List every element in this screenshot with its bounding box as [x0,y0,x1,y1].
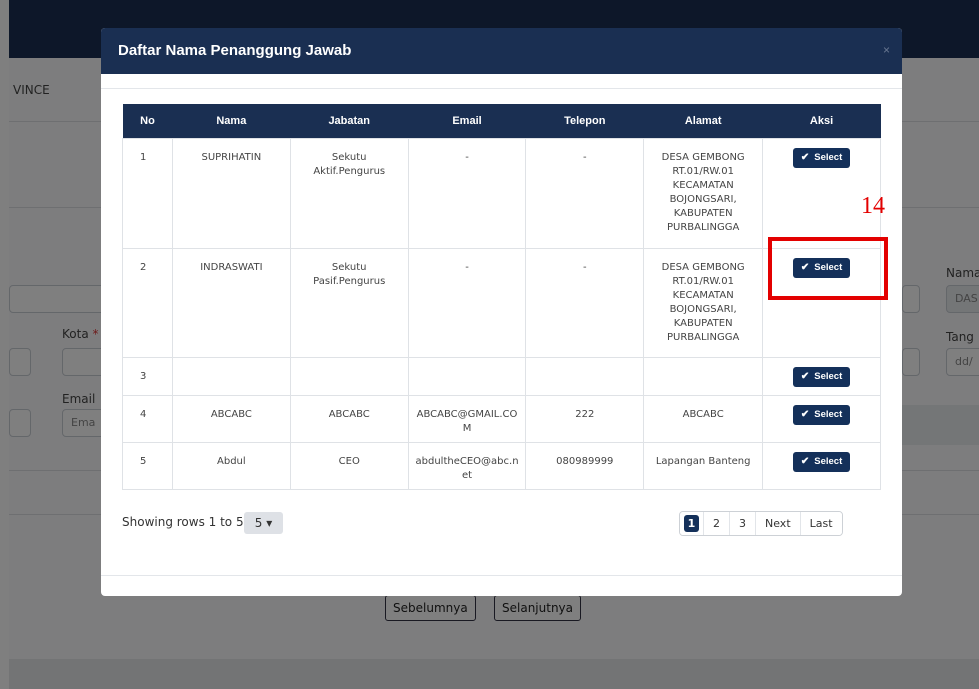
table-header-row: No Nama Jabatan Email Telepon Alamat Aks… [122,104,881,138]
table-row: 4 ABCABC ABCABC ABCABC@GMAIL.COM 222 ABC… [122,394,881,443]
cell-alamat: ABCABC [643,394,764,443]
select-button[interactable]: ✔ Select [792,366,851,387]
cell-aksi: ✔ Select [762,394,881,443]
check-icon: ✔ [800,370,810,382]
cell-telepon [525,356,645,396]
cell-alamat: DESA GEMBONG RT.01/RW.01 KECAMATAN BOJON… [643,137,764,249]
cell-no: 3 [122,356,173,396]
cell-email: - [407,247,527,358]
cell-email [407,356,527,396]
column-header-email[interactable]: Email [408,104,526,138]
cell-email: ABCABC@GMAIL.COM [407,394,527,443]
cell-email: - [407,137,527,249]
cell-nama: SUPRIHATIN [171,137,291,249]
pagination: 1 2 3 Next Last [679,511,843,536]
column-header-telepon[interactable]: Telepon [525,104,644,138]
page-button-1[interactable]: 1 [680,512,703,535]
cell-no: 1 [122,137,173,249]
table-row: 3 ✔ Select [122,356,881,396]
cell-aksi: ✔ Select [762,356,881,396]
select-button[interactable]: ✔ Select [792,147,851,168]
cell-nama: Abdul [171,441,291,490]
caret-down-icon: ▾ [266,516,273,530]
cell-no: 4 [122,394,173,443]
table-row: 1 SUPRIHATIN Sekutu Aktif.Pengurus - - D… [122,137,881,249]
column-header-no[interactable]: No [122,104,173,138]
cell-jabatan: Sekutu Pasif.Pengurus [289,247,409,358]
annotation-highlight-box [768,237,888,300]
page-button-3[interactable]: 3 [729,512,755,535]
cell-nama: ABCABC [171,394,291,443]
next-page-button[interactable]: Next [755,512,800,535]
cell-jabatan: ABCABC [289,394,409,443]
modal-header: Daftar Nama Penanggung Jawab × [101,28,902,74]
page-button-2[interactable]: 2 [703,512,729,535]
select-button[interactable]: ✔ Select [792,451,851,472]
cell-alamat [643,356,764,396]
cell-telepon: 080989999 [525,441,645,490]
check-icon: ✔ [800,408,810,420]
modal-title: Daftar Nama Penanggung Jawab [118,42,352,59]
column-header-aksi: Aksi [762,104,881,138]
cell-email: abdultheCEO@abc.net [407,441,527,490]
screen: VINCE Kota * Email Ema Nama DAS Tang dd/… [0,0,979,689]
table-row: 5 Abdul CEO abdultheCEO@abc.net 08098999… [122,441,881,490]
cell-no: 5 [122,441,173,490]
cell-jabatan [289,356,409,396]
check-icon: ✔ [800,151,810,163]
cell-jabatan: Sekutu Aktif.Pengurus [289,137,409,249]
column-header-nama[interactable]: Nama [172,104,291,138]
select-button[interactable]: ✔ Select [792,404,851,425]
cell-no: 2 [122,247,173,358]
responsible-person-modal: Daftar Nama Penanggung Jawab × No Nama J… [101,28,902,596]
cell-alamat: Lapangan Banteng [643,441,764,490]
cell-alamat: DESA GEMBONG RT.01/RW.01 KECAMATAN BOJON… [643,247,764,358]
column-header-alamat[interactable]: Alamat [643,104,763,138]
table-row: 2 INDRASWATI Sekutu Pasif.Pengurus - - D… [122,247,881,358]
page-size-dropdown[interactable]: 5 ▾ [244,512,283,534]
check-icon: ✔ [800,455,810,467]
cell-jabatan: CEO [289,441,409,490]
cell-telepon: - [525,137,645,249]
cell-telepon: 222 [525,394,645,443]
cell-nama: INDRASWATI [171,247,291,358]
annotation-label: 14 [861,193,885,219]
cell-aksi: ✔ Select [762,441,881,490]
cell-nama [171,356,291,396]
column-header-jabatan[interactable]: Jabatan [290,104,409,138]
cell-telepon: - [525,247,645,358]
last-page-button[interactable]: Last [799,512,842,535]
close-icon[interactable]: × [883,44,890,56]
